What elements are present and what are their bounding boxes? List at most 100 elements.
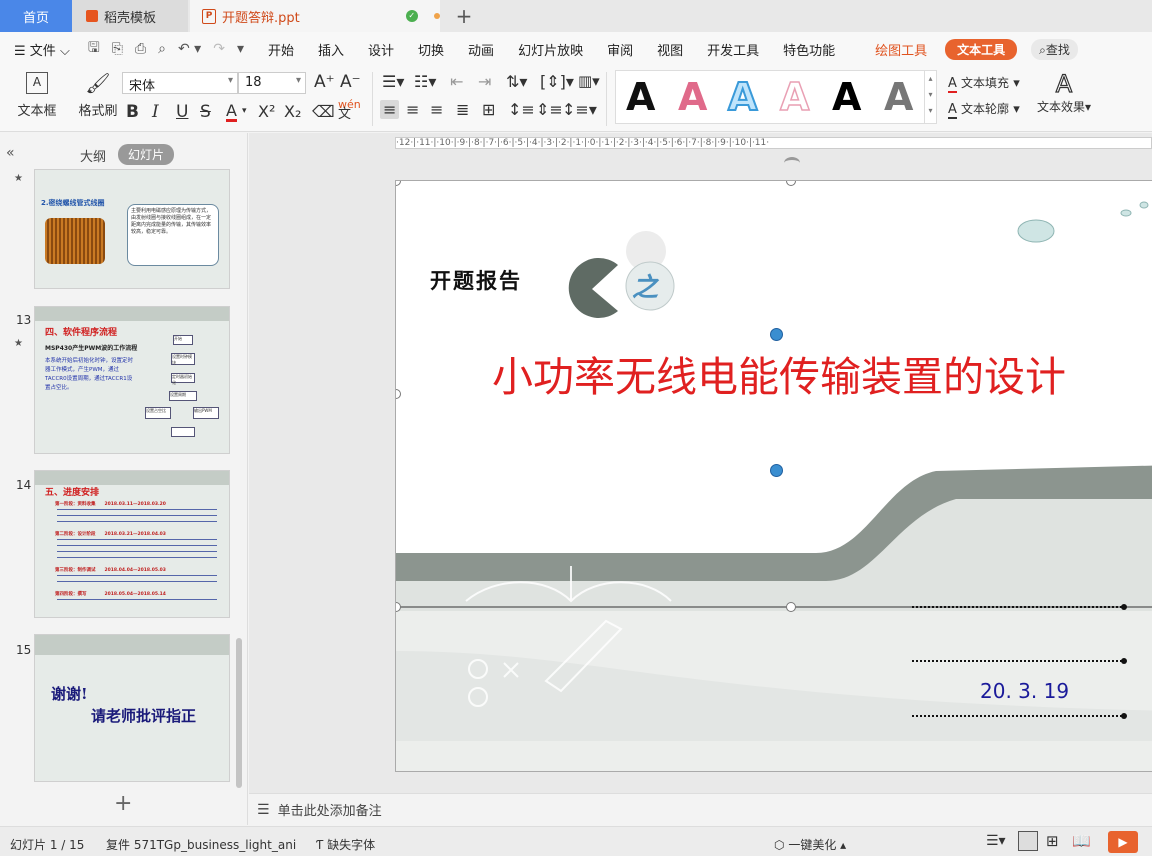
new-tab-button[interactable]: +: [450, 0, 478, 32]
slide-thumbnail-14[interactable]: 五、进度安排 第一阶段：资料收集 2018.03.11—2018.03.20 第…: [34, 470, 230, 618]
font-size-select[interactable]: 18: [238, 72, 306, 94]
reading-view-icon[interactable]: 📖: [1072, 832, 1091, 850]
notes-toggle-icon[interactable]: ☰▾: [986, 833, 1006, 849]
menu-review[interactable]: 审阅: [595, 40, 645, 59]
add-slide-button[interactable]: +: [114, 791, 132, 816]
text-effect-button[interactable]: A 文本效果▾: [1034, 69, 1094, 115]
current-slide[interactable]: 开题报告 之 小功率无线电能传输装置的设计 20. 3. 19: [395, 180, 1152, 772]
text-style-pink-outline[interactable]: A: [779, 74, 810, 120]
distribute-icon[interactable]: ⊞: [482, 100, 495, 119]
menu-view[interactable]: 视图: [645, 40, 695, 59]
panel-scrollbar[interactable]: [236, 638, 242, 788]
menu-drawing-tools[interactable]: 绘图工具: [863, 40, 939, 59]
align-right-icon[interactable]: ≡: [430, 100, 443, 119]
thumb-heading: 2.密绕螺线管式线圈: [41, 199, 105, 207]
underline-icon[interactable]: U: [176, 102, 188, 122]
format-painter-button[interactable]: 🖌 格式刷: [78, 72, 118, 119]
template-name[interactable]: 复件 571TGp_business_light_ani: [106, 836, 296, 853]
bold-icon[interactable]: B: [126, 102, 139, 122]
thumb-row: 第四阶段：撰写 2018.05.04—2018.05.14: [55, 592, 166, 597]
slide-date[interactable]: 20. 3. 19: [980, 679, 1069, 703]
tab-document[interactable]: P 开题答辩.ppt ✓: [190, 0, 440, 32]
slide-thumbnail-12[interactable]: 2.密绕螺线管式线圈 主要利用电磁感应原理为传输方式，由发射线圈与接收线圈组成，…: [34, 169, 230, 289]
decrease-indent-icon[interactable]: ⇤: [450, 72, 463, 91]
selection-handle-bm[interactable]: [786, 602, 796, 612]
numbering-icon[interactable]: ☷▾: [414, 72, 436, 91]
text-align-vertical-icon[interactable]: [⇕]▾: [540, 72, 574, 91]
menu-design[interactable]: 设计: [356, 40, 406, 59]
menu-developer[interactable]: 开发工具: [695, 40, 771, 59]
text-style-blue-outline[interactable]: A: [727, 74, 758, 120]
outline-tab[interactable]: 大纲: [80, 146, 106, 165]
menu-text-tools[interactable]: 文本工具: [945, 38, 1018, 60]
text-fill-button[interactable]: A 文本填充 ▾: [948, 74, 1020, 93]
editing-canvas[interactable]: ·12·|·11·|·10·|·9·|·8·|·7·|·6·|·5·|·4·|·…: [249, 133, 1152, 793]
menu-slideshow[interactable]: 幻灯片放映: [506, 40, 595, 59]
export-icon[interactable]: ⎘: [106, 41, 129, 57]
strikethrough-icon[interactable]: S: [200, 102, 211, 122]
undo-icon[interactable]: ↶ ▾: [172, 41, 207, 57]
font-color-dropdown-icon[interactable]: ▾: [242, 106, 247, 116]
slide-thumbnail-13[interactable]: 四、软件程序流程 MSP430产生PWM波的工作流程 本系统开始后初始化时钟，设…: [34, 306, 230, 454]
align-left-icon[interactable]: ≡: [380, 100, 400, 119]
textbox-anchor-top[interactable]: [770, 328, 783, 341]
grow-font-icon[interactable]: A⁺: [314, 72, 335, 92]
gallery-scroll[interactable]: ▴ ▾ ▾: [924, 71, 936, 123]
slides-tab[interactable]: 幻灯片: [118, 144, 175, 165]
superscript-icon[interactable]: X²: [258, 102, 275, 121]
text-outline-button[interactable]: A 文本轮廓 ▾: [948, 100, 1020, 119]
text-style-black-bold[interactable]: A: [832, 75, 861, 119]
subscript-icon[interactable]: X₂: [284, 102, 301, 121]
sorter-view-icon[interactable]: ⊞: [1046, 832, 1059, 850]
tab-template[interactable]: 稻壳模板: [72, 0, 188, 32]
menu-insert[interactable]: 插入: [306, 40, 356, 59]
preview-icon[interactable]: ⌕: [152, 41, 172, 57]
redo-icon[interactable]: ↷: [207, 41, 231, 57]
slide-title[interactable]: 小功率无线电能传输装置的设计: [492, 343, 1066, 403]
menu-transition[interactable]: 切换: [406, 40, 456, 59]
text-style-gray[interactable]: A: [884, 75, 913, 119]
slide-thumbnail-15[interactable]: 谢谢! 请老师批评指正: [34, 634, 230, 782]
missing-font-button[interactable]: Ƭ 缺失字体: [316, 836, 375, 853]
columns-icon[interactable]: ▥▾: [578, 72, 600, 90]
justify-icon[interactable]: ≣: [456, 100, 469, 119]
search-button[interactable]: ⌕查找: [1031, 38, 1078, 60]
notes-bar[interactable]: ☰ 单击此处添加备注: [249, 793, 1152, 825]
align-center-icon[interactable]: ≡: [406, 100, 419, 119]
play-slideshow-button[interactable]: ▶: [1108, 831, 1138, 853]
thumb-thanks: 谢谢!: [51, 685, 88, 703]
horizontal-ruler[interactable]: ·12·|·11·|·10·|·9·|·8·|·7·|·6·|·5·|·4·|·…: [395, 137, 1152, 149]
paragraph-settings-icon[interactable]: ↕≡▾: [562, 100, 597, 119]
save-icon[interactable]: 🖫: [82, 37, 106, 61]
print-icon[interactable]: ⎙: [129, 41, 152, 57]
menu-features[interactable]: 特色功能: [771, 40, 847, 59]
tab-home-label: 首页: [22, 10, 49, 26]
phonetic-guide-icon[interactable]: wén 文: [338, 99, 361, 121]
font-family-select[interactable]: 宋体: [122, 72, 238, 94]
normal-view-icon[interactable]: [1018, 831, 1038, 851]
text-style-pink[interactable]: A: [678, 75, 707, 119]
menu-animation[interactable]: 动画: [456, 40, 506, 59]
rotate-handle[interactable]: [784, 157, 800, 169]
menu-home[interactable]: 开始: [256, 40, 306, 59]
unsaved-dot-icon[interactable]: [433, 13, 440, 19]
more-icon[interactable]: ▾: [231, 41, 250, 57]
collapse-panel-icon[interactable]: «: [6, 145, 15, 161]
italic-icon[interactable]: I: [152, 102, 159, 122]
file-menu[interactable]: ☰ 文件 ⌵: [0, 40, 82, 59]
bullets-icon[interactable]: ☰▾: [382, 72, 404, 91]
beautify-button[interactable]: ⬡ 一键美化 ▴: [774, 836, 846, 853]
paragraph-spacing-icon[interactable]: ⇕≡: [536, 100, 563, 119]
thumb-request: 请老师批评指正: [91, 707, 197, 725]
text-style-black[interactable]: A: [626, 75, 655, 119]
text-direction-icon[interactable]: ⇅▾: [506, 72, 527, 91]
line-spacing-icon[interactable]: ↕≡: [508, 100, 535, 119]
notes-placeholder[interactable]: 单击此处添加备注: [278, 800, 382, 819]
font-color-icon[interactable]: A: [226, 102, 237, 122]
shrink-font-icon[interactable]: A⁻: [340, 72, 361, 92]
textbox-button[interactable]: A 文本框: [12, 72, 62, 119]
tab-home[interactable]: 首页: [0, 0, 72, 32]
increase-indent-icon[interactable]: ⇥: [478, 72, 491, 91]
textbox-anchor-bottom[interactable]: [770, 464, 783, 477]
clear-format-icon[interactable]: ⌫: [312, 102, 335, 121]
